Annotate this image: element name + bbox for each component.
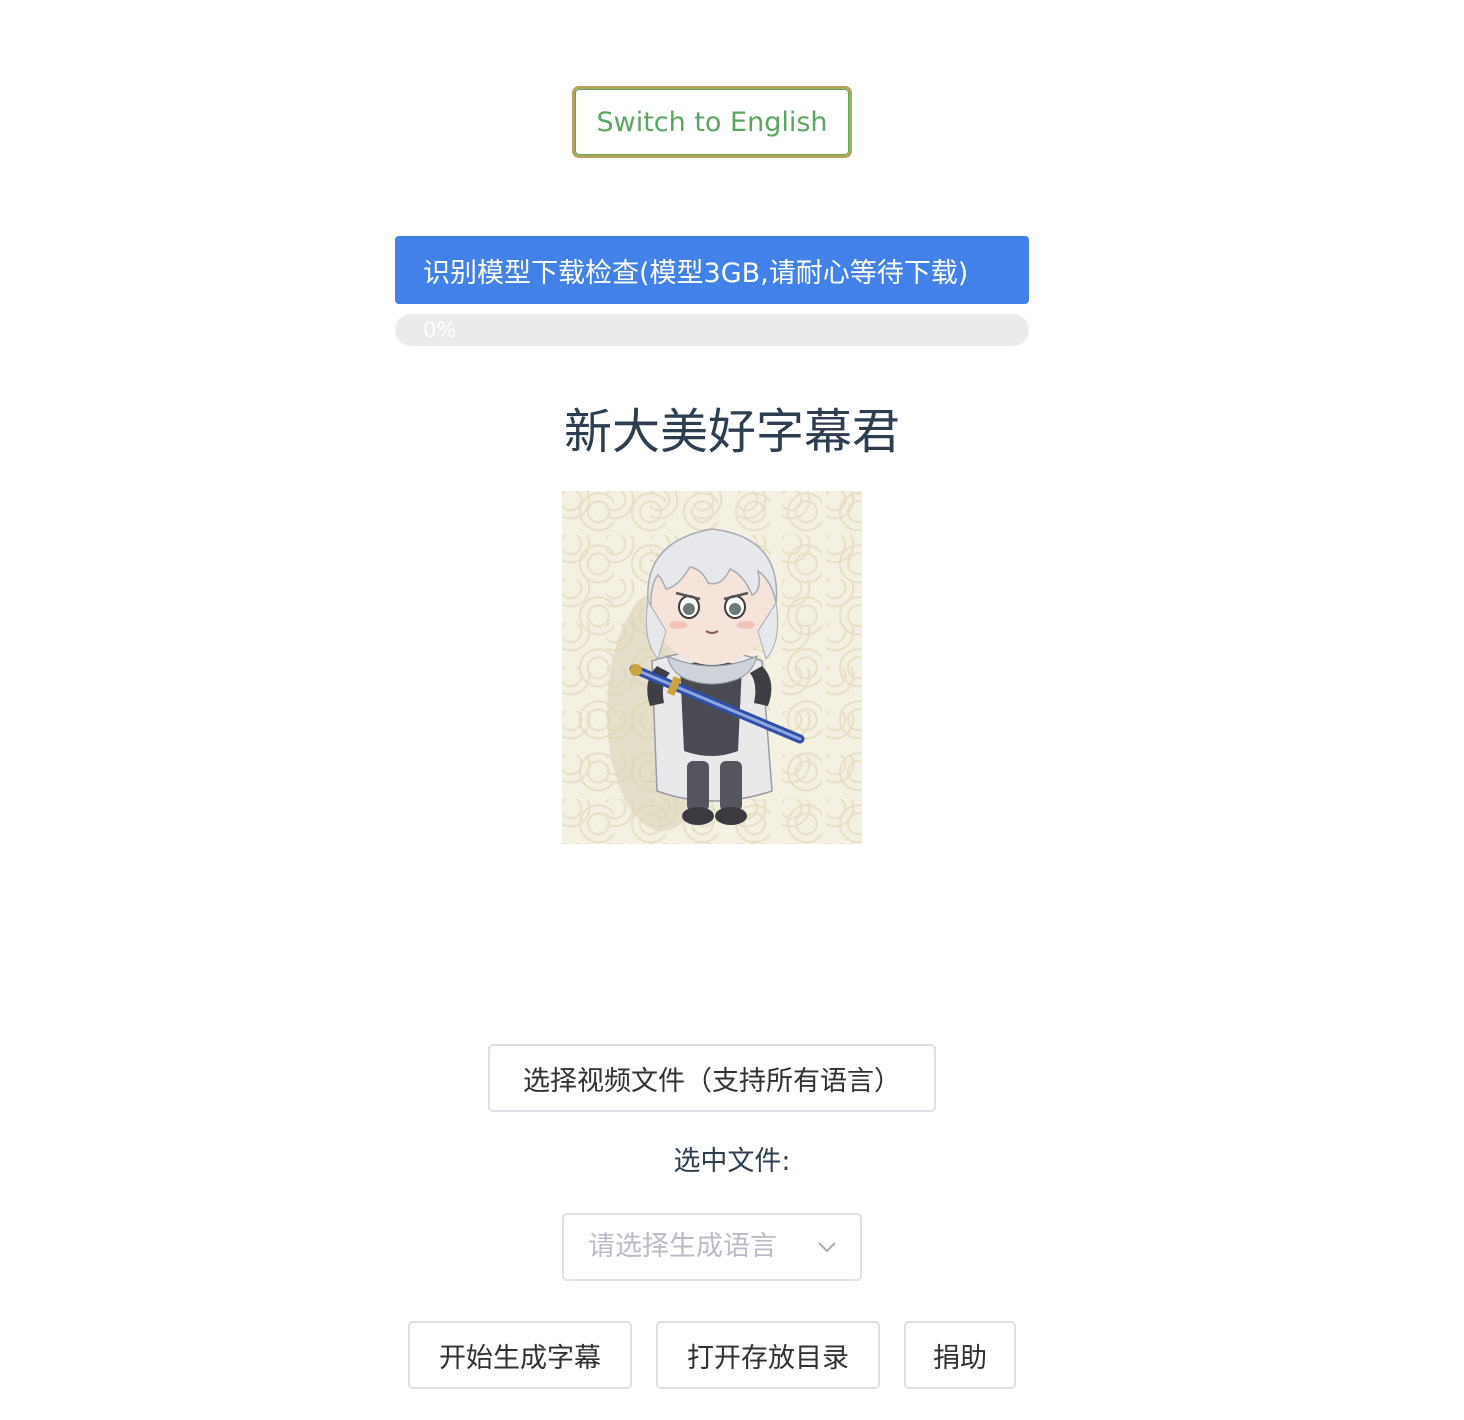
select-video-file-button[interactable]: 选择视频文件（支持所有语言） [488,1044,936,1112]
progress-text: 0% [423,318,457,342]
mascot-image [562,491,862,844]
model-download-check-button[interactable]: 识别模型下载检查(模型3GB,请耐心等待下载) [395,236,1029,304]
language-select-placeholder: 请选择生成语言 [588,1231,777,1262]
chevron-down-icon [818,1242,836,1253]
mascot-illustration [607,528,805,831]
donate-button[interactable]: 捐助 [904,1321,1016,1389]
language-select[interactable]: 请选择生成语言 [562,1213,862,1281]
start-generate-subtitles-button[interactable]: 开始生成字幕 [408,1321,632,1389]
open-output-directory-button[interactable]: 打开存放目录 [656,1321,880,1389]
selected-file-label: 选中文件: [673,1146,791,1177]
model-download-progress: 0% [395,314,1029,346]
switch-language-button[interactable]: Switch to English [572,86,852,158]
page-title: 新大美好字幕君 [563,404,900,460]
